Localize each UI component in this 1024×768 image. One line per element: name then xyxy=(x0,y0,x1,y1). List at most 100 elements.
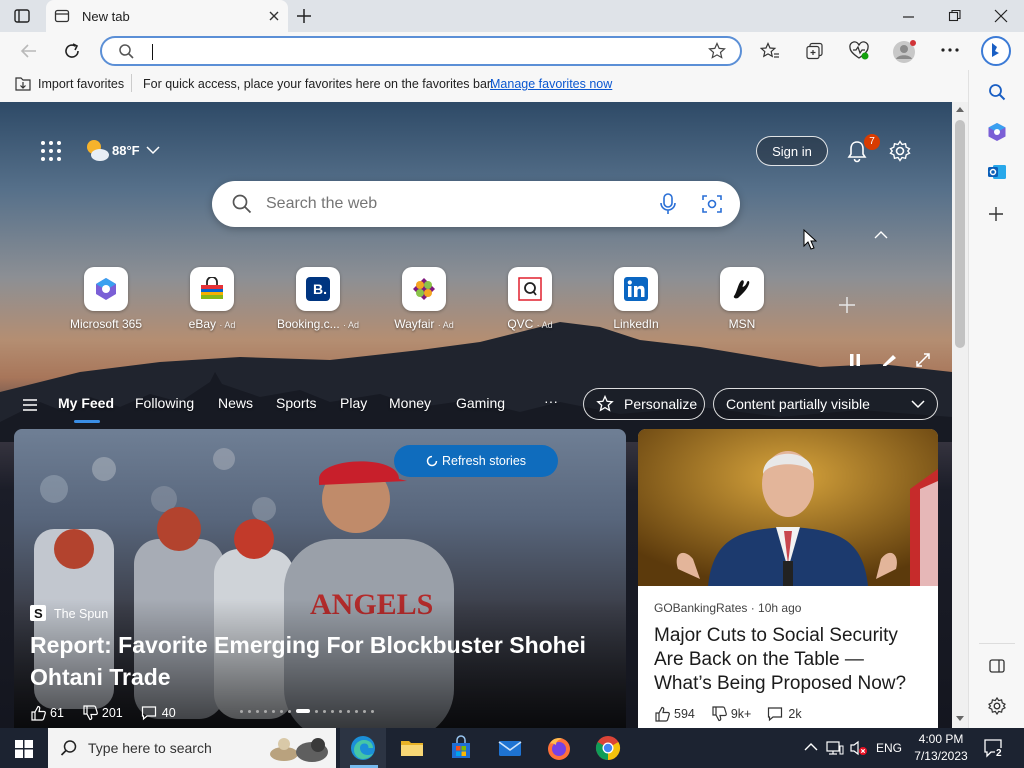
pause-background-icon[interactable] xyxy=(848,353,862,367)
volume-muted-icon[interactable] xyxy=(849,740,869,756)
minimize-icon[interactable] xyxy=(902,10,916,24)
sun-cloud-icon xyxy=(84,138,110,162)
windows-start-icon[interactable] xyxy=(15,740,33,758)
quick-link-microsoft-365[interactable]: Microsoft 365 xyxy=(56,267,156,331)
microphone-icon[interactable] xyxy=(659,193,677,215)
bing-chat-icon[interactable] xyxy=(980,35,1012,67)
network-icon[interactable] xyxy=(826,740,844,756)
comment-count: 40 xyxy=(161,706,176,720)
taskbar-store-icon[interactable] xyxy=(447,734,475,762)
restore-icon[interactable] xyxy=(948,9,962,23)
refresh-stories-button[interactable]: Refresh stories xyxy=(394,445,558,477)
tab-actions-icon[interactable] xyxy=(14,8,30,24)
page-settings-gear-icon[interactable] xyxy=(889,140,911,162)
ad-badge: · Ad xyxy=(219,320,236,330)
web-search-box[interactable] xyxy=(212,181,740,227)
content-visibility-dropdown[interactable]: Content partially visible xyxy=(713,388,938,420)
profile-avatar[interactable] xyxy=(892,39,918,65)
hero-story-headline[interactable]: Report: Favorite Emerging For Blockbuste… xyxy=(30,629,610,693)
taskbar-firefox-icon[interactable] xyxy=(545,734,573,762)
clock-time: 4:00 PM xyxy=(918,732,964,746)
sidebar-microsoft-365-icon[interactable] xyxy=(987,122,1007,142)
collections-icon[interactable] xyxy=(805,42,825,60)
back-icon[interactable] xyxy=(20,43,38,59)
feed-tab-following[interactable]: Following xyxy=(135,395,194,411)
quick-link-ebay[interactable]: eBay · Ad xyxy=(162,267,262,331)
manage-favorites-link[interactable]: Manage favorites now xyxy=(490,77,612,91)
feed-more-button[interactable]: ··· xyxy=(544,393,558,409)
carousel-dots[interactable] xyxy=(240,709,374,713)
new-tab-page: 88°F Sign in 7 Microsoft 365 xyxy=(0,102,952,728)
expand-icon[interactable] xyxy=(915,352,931,368)
quick-link-linkedin[interactable]: LinkedIn xyxy=(586,267,686,331)
visual-search-icon[interactable] xyxy=(702,194,722,214)
import-favorites-icon[interactable] xyxy=(14,76,32,92)
address-input[interactable] xyxy=(146,41,686,61)
scroll-up-arrow-icon[interactable] xyxy=(956,106,964,112)
dislike-icon[interactable] xyxy=(711,706,727,722)
favorite-star-icon[interactable] xyxy=(708,42,726,60)
taskbar-search-icon xyxy=(60,739,78,757)
scroll-down-arrow-icon[interactable] xyxy=(956,716,964,722)
new-tab-icon[interactable] xyxy=(296,8,312,24)
input-language-indicator[interactable]: ENG xyxy=(876,741,902,755)
taskbar-search-box[interactable]: Type here to search xyxy=(48,728,336,768)
taskbar-search-placeholder: Type here to search xyxy=(88,740,212,756)
sign-in-button[interactable]: Sign in xyxy=(756,136,828,166)
taskbar-mail-icon[interactable] xyxy=(496,734,524,762)
favorites-icon[interactable] xyxy=(760,42,780,60)
quick-link-wayfair[interactable]: Wayfair · Ad xyxy=(374,267,474,331)
svg-text:B.: B. xyxy=(313,281,327,297)
dislike-count: 9k+ xyxy=(730,707,752,721)
ebay-icon xyxy=(190,267,234,311)
comment-count: 2k xyxy=(788,707,802,721)
hide-sidebar-icon[interactable] xyxy=(989,659,1005,673)
side-story-headline[interactable]: Major Cuts to Social Security Are Back o… xyxy=(654,624,926,696)
sidebar-outlook-icon[interactable] xyxy=(987,162,1007,182)
tab-page-icon xyxy=(54,8,70,24)
feed-menu-icon[interactable] xyxy=(22,398,38,412)
close-window-icon[interactable] xyxy=(994,9,1008,23)
show-hidden-icons-chevron-icon[interactable] xyxy=(804,741,818,753)
dislike-icon[interactable] xyxy=(82,705,98,721)
like-icon[interactable] xyxy=(654,706,670,722)
feed-tab-money[interactable]: Money xyxy=(389,395,431,411)
like-icon[interactable] xyxy=(30,705,46,721)
scrollbar-thumb[interactable] xyxy=(955,120,965,348)
feed-tab-news[interactable]: News xyxy=(218,395,253,411)
customize-background-icon[interactable] xyxy=(882,353,898,367)
personalize-button[interactable]: Personalize xyxy=(583,388,705,420)
sidebar-search-icon[interactable] xyxy=(988,83,1006,101)
comment-icon[interactable] xyxy=(141,705,157,721)
side-story-card[interactable]: GOBankingRates · 10h ago Major Cuts to S… xyxy=(638,429,938,728)
feed-tab-sports[interactable]: Sports xyxy=(276,395,316,411)
feed-tab-gaming[interactable]: Gaming xyxy=(456,395,505,411)
settings-more-icon[interactable] xyxy=(940,42,960,58)
quick-link-msn[interactable]: MSN xyxy=(692,267,792,331)
import-favorites-link[interactable]: Import favorites xyxy=(38,77,124,91)
web-search-input[interactable] xyxy=(266,193,626,215)
qvc-icon xyxy=(508,267,552,311)
quick-link-booking[interactable]: B. Booking.c... · Ad xyxy=(268,267,368,331)
chevron-down-icon xyxy=(146,145,160,155)
close-tab-icon[interactable] xyxy=(268,10,280,22)
sidebar-settings-gear-icon[interactable] xyxy=(988,697,1006,715)
quick-link-qvc[interactable]: QVC · Ad xyxy=(480,267,580,331)
browser-essentials-icon[interactable] xyxy=(848,41,870,61)
weather-widget[interactable]: 88°F xyxy=(84,138,160,162)
collapse-chevron-up-icon[interactable] xyxy=(874,230,888,240)
tab-bar: New tab xyxy=(0,0,1024,32)
tab-new-tab[interactable]: New tab xyxy=(46,0,288,32)
feed-tab-my-feed[interactable]: My Feed xyxy=(58,395,114,411)
comment-icon[interactable] xyxy=(767,706,783,722)
apps-launcher-icon[interactable] xyxy=(40,140,62,162)
taskbar-file-explorer-icon[interactable] xyxy=(398,734,426,762)
feed-tab-play[interactable]: Play xyxy=(340,395,367,411)
clock[interactable]: 4:00 PM 7/13/2023 xyxy=(910,731,972,765)
refresh-icon[interactable] xyxy=(63,42,81,60)
taskbar-chrome-icon[interactable] xyxy=(594,734,622,762)
sidebar-add-icon[interactable] xyxy=(989,207,1003,221)
add-quick-link-icon[interactable] xyxy=(838,296,856,314)
address-bar[interactable] xyxy=(100,36,742,66)
taskbar-edge-icon[interactable] xyxy=(349,734,377,762)
